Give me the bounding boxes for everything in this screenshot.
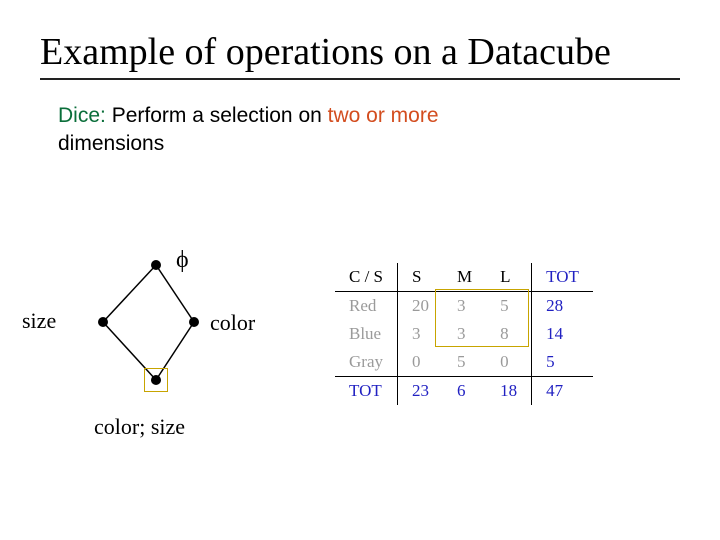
crosstab-table-wrap: C / S S M L TOT Red 20 3 5 28 Blue 3 3 8…	[335, 263, 593, 405]
col-header: S	[398, 263, 444, 292]
lattice-diagram: ϕ size color color; size	[64, 250, 274, 470]
lattice-colorsize-label: color; size	[94, 414, 185, 440]
slide-body: Dice: Perform a selection on two or more…	[58, 102, 680, 159]
table-row: Blue 3 3 8 14	[335, 320, 593, 348]
title-underline	[40, 78, 680, 80]
body-text-2: dimensions	[58, 132, 164, 155]
body-text-1: Perform a selection on	[106, 104, 328, 127]
cell: 20	[398, 292, 444, 321]
slide-title: Example of operations on a Datacube	[40, 30, 680, 74]
table-row: Gray 0 5 0 5	[335, 348, 593, 377]
col-header: L	[486, 263, 532, 292]
lattice-color-label: color	[210, 310, 255, 336]
row-label: Gray	[335, 348, 398, 377]
col-total: 6	[443, 377, 486, 406]
lattice-size-label: size	[22, 308, 56, 334]
lattice-selected-node-box	[144, 368, 168, 392]
slide: Example of operations on a Datacube Dice…	[0, 0, 720, 540]
row-total: 5	[532, 348, 593, 377]
col-header: M	[443, 263, 486, 292]
cell: 3	[443, 292, 486, 321]
lattice-phi-label: ϕ	[176, 247, 189, 274]
two-or-more: two or more	[328, 104, 439, 127]
table-row: Red 20 3 5 28	[335, 292, 593, 321]
cell: 3	[398, 320, 444, 348]
table-total-row: TOT 23 6 18 47	[335, 377, 593, 406]
cell: 5	[443, 348, 486, 377]
cell: 0	[486, 348, 532, 377]
row-label: Blue	[335, 320, 398, 348]
cell: 3	[443, 320, 486, 348]
row-label: Red	[335, 292, 398, 321]
dice-keyword: Dice:	[58, 104, 106, 127]
cell: 5	[486, 292, 532, 321]
crosstab-table: C / S S M L TOT Red 20 3 5 28 Blue 3 3 8…	[335, 263, 593, 405]
cell: 0	[398, 348, 444, 377]
grand-total: 47	[532, 377, 593, 406]
table-header-row: C / S S M L TOT	[335, 263, 593, 292]
col-total: 18	[486, 377, 532, 406]
col-total: 23	[398, 377, 444, 406]
row-total: 28	[532, 292, 593, 321]
row-total: 14	[532, 320, 593, 348]
corner-cell: C / S	[335, 263, 398, 292]
tot-col-header: TOT	[532, 263, 593, 292]
cell: 8	[486, 320, 532, 348]
tot-row-label: TOT	[335, 377, 398, 406]
